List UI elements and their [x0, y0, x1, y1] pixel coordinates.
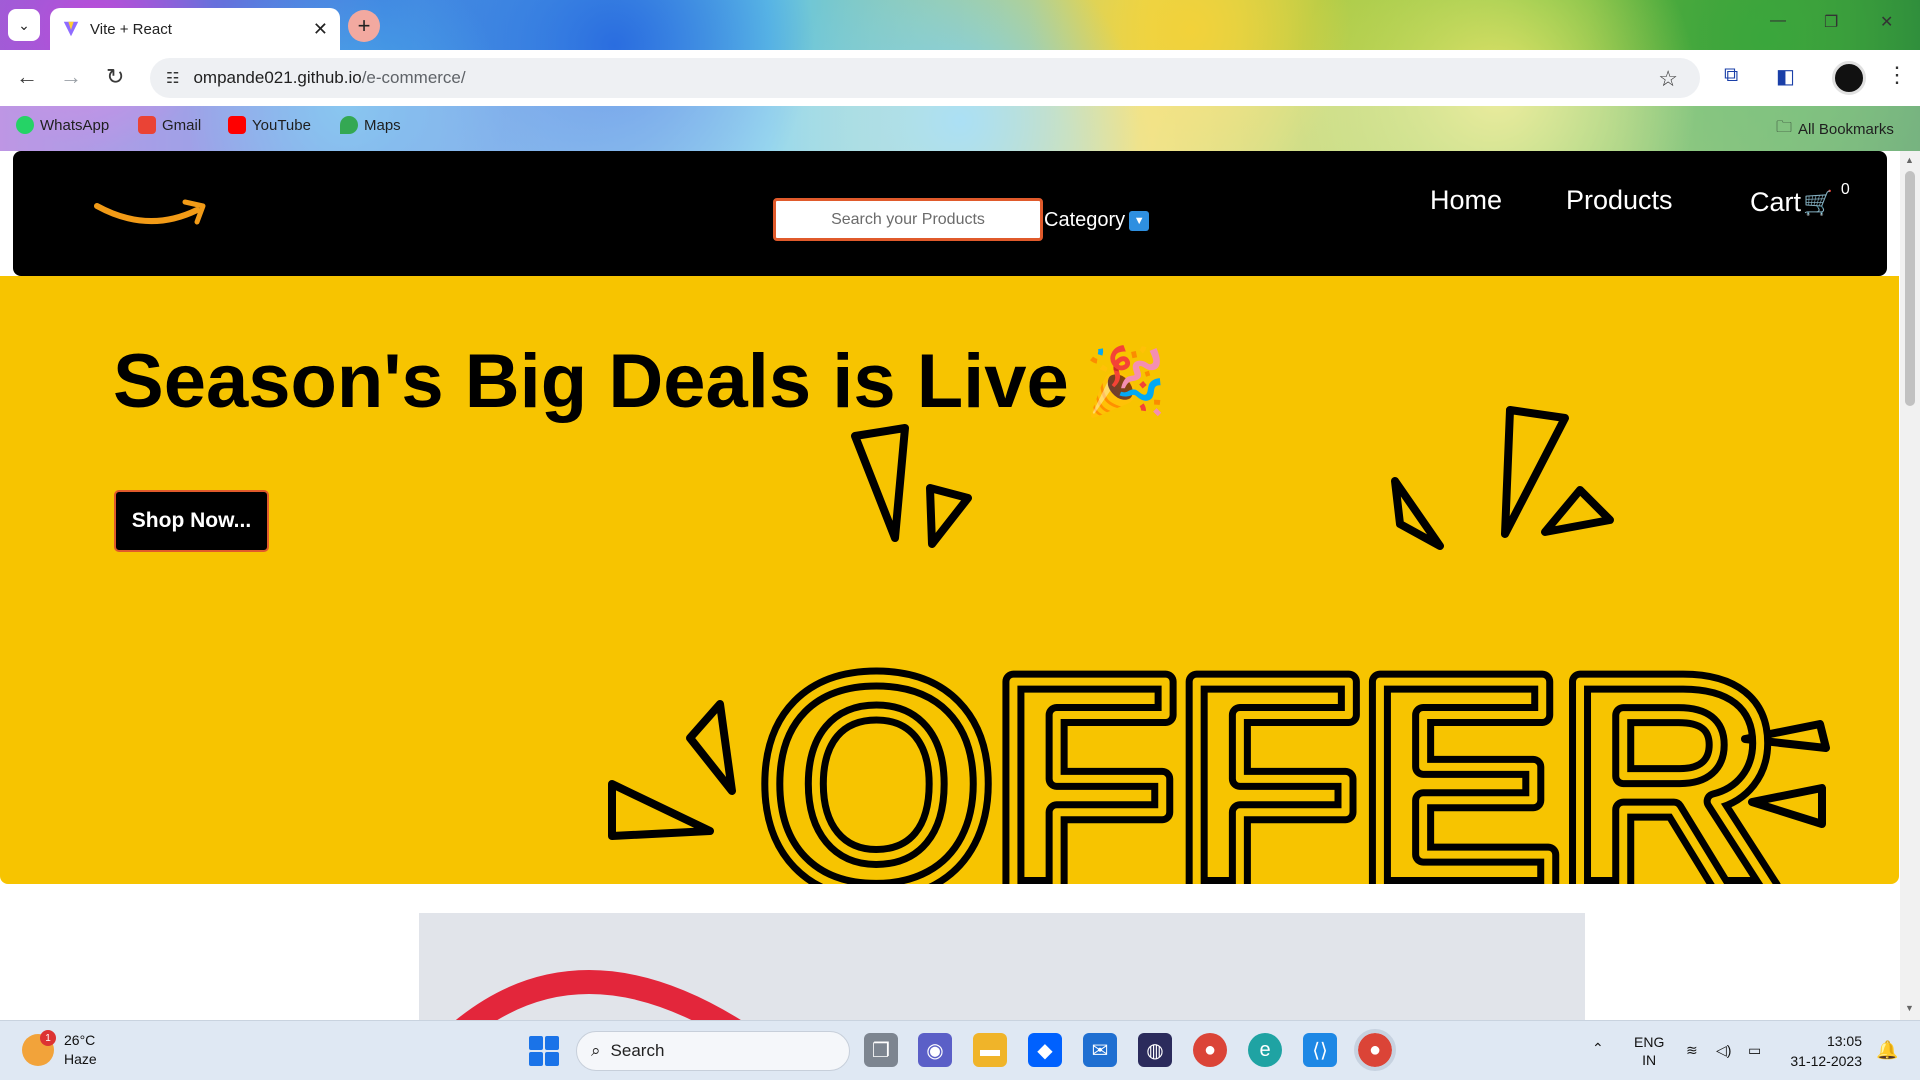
- tab-title: Vite + React: [90, 20, 172, 38]
- bookmark-maps[interactable]: Maps: [340, 116, 401, 134]
- weather-widget[interactable]: 1 26°C Haze: [22, 1030, 97, 1069]
- page-viewport: Category ▼ Home Products Cart 🛒 0: [0, 151, 1900, 1020]
- edge-icon[interactable]: e: [1248, 1033, 1282, 1067]
- scrollbar-thumb[interactable]: [1905, 171, 1915, 406]
- chrome-icon[interactable]: ●: [1193, 1033, 1227, 1067]
- address-bar[interactable]: ☷ ompande021.github.io/e-commerce/ ☆: [150, 58, 1700, 98]
- volume-icon[interactable]: ◁): [1716, 1041, 1731, 1059]
- system-clock[interactable]: 13:05 31-12-2023: [1780, 1031, 1862, 1071]
- forward-arrow-icon[interactable]: →: [60, 64, 82, 90]
- scroll-up-icon[interactable]: ▲: [1905, 155, 1914, 165]
- bookmarks-bar: WhatsApp Gmail YouTube Maps 🗀 All Bookma…: [0, 106, 1920, 151]
- eclipse-icon[interactable]: ◍: [1138, 1033, 1172, 1067]
- bookmark-label: WhatsApp: [40, 116, 110, 134]
- whatsapp-icon: [16, 116, 34, 134]
- tab-close-icon[interactable]: ✕: [313, 19, 328, 40]
- language-indicator[interactable]: ENG IN: [1634, 1033, 1664, 1069]
- page-scrollbar[interactable]: ▲ ▼: [1900, 151, 1920, 1020]
- shop-now-button[interactable]: Shop Now...: [114, 490, 269, 552]
- scroll-down-icon[interactable]: ▼: [1905, 1003, 1914, 1013]
- dropbox-icon[interactable]: ◆: [1028, 1033, 1062, 1067]
- vite-favicon-icon: [63, 21, 79, 37]
- hero-title-text: Season's Big Deals is Live: [113, 339, 1069, 424]
- url-text: ompande021.github.io/e-commerce/: [193, 68, 466, 87]
- product-search-input[interactable]: [773, 198, 1043, 241]
- bookmark-gmail[interactable]: Gmail: [138, 116, 201, 134]
- taskbar-search-label: Search: [610, 1041, 665, 1060]
- restore-icon[interactable]: ❐: [1824, 12, 1838, 32]
- nav-products-link[interactable]: Products: [1566, 185, 1673, 216]
- taskbar-search[interactable]: ⌕ Search: [576, 1031, 850, 1071]
- tray-chevron-up-icon[interactable]: ⌃: [1592, 1039, 1604, 1057]
- side-panel-icon[interactable]: ◧: [1776, 64, 1795, 89]
- headphones-image: [456, 970, 741, 1020]
- profile-avatar[interactable]: [1832, 61, 1866, 95]
- lang-top: ENG: [1634, 1034, 1665, 1050]
- lang-bottom: IN: [1642, 1052, 1657, 1068]
- all-bookmarks[interactable]: 🗀 All Bookmarks: [1776, 116, 1894, 143]
- hero-title: Season's Big Deals is Live 🎉: [113, 338, 1167, 425]
- offer-art-text-inner: OFFER: [760, 616, 1777, 884]
- tab-strip: ⌄ Vite + React ✕ + — ❐ ✕: [0, 0, 1920, 50]
- mail-icon[interactable]: ✉: [1083, 1033, 1117, 1067]
- shopping-cart-icon: 🛒: [1803, 190, 1833, 217]
- site-info-icon[interactable]: ☷: [166, 69, 179, 87]
- browser-menu-icon[interactable]: ⋮: [1886, 62, 1908, 88]
- chrome-active-icon[interactable]: ●: [1354, 1029, 1396, 1071]
- gmail-icon: [138, 116, 156, 134]
- weather-icon: 1: [22, 1030, 56, 1066]
- minimize-icon[interactable]: —: [1770, 12, 1786, 30]
- battery-icon[interactable]: ▭: [1748, 1041, 1761, 1059]
- nav-cart-link[interactable]: Cart 🛒 0: [1750, 181, 1850, 218]
- close-window-icon[interactable]: ✕: [1880, 12, 1893, 32]
- tab-search-button[interactable]: ⌄: [8, 9, 40, 41]
- file-explorer-icon[interactable]: ▬: [973, 1033, 1007, 1067]
- back-arrow-icon[interactable]: ←: [16, 64, 38, 90]
- cart-label: Cart: [1750, 187, 1802, 217]
- party-popper-icon: 🎉: [1084, 343, 1168, 418]
- hero-banner: OFFER OFFER Season's Big Deals is Live 🎉…: [0, 276, 1899, 884]
- bookmark-label: YouTube: [252, 116, 311, 134]
- clock-time: 13:05: [1826, 1033, 1862, 1049]
- all-bookmarks-label: All Bookmarks: [1798, 121, 1894, 138]
- weather-temp: 26°C: [64, 1032, 96, 1048]
- maps-icon: [340, 116, 358, 134]
- notification-bell-icon[interactable]: 🔔: [1876, 1040, 1898, 1061]
- category-label: Category: [1044, 209, 1126, 231]
- bookmark-star-icon[interactable]: ☆: [1658, 66, 1678, 92]
- folder-icon: 🗀: [1776, 119, 1793, 136]
- youtube-icon: [228, 116, 246, 134]
- new-tab-button[interactable]: +: [348, 10, 380, 42]
- category-dropdown[interactable]: Category ▼: [1044, 209, 1150, 232]
- chevron-down-icon: ▼: [1129, 210, 1150, 231]
- extensions-icon[interactable]: ⧉: [1724, 64, 1738, 87]
- wifi-icon[interactable]: ≋: [1686, 1041, 1698, 1059]
- windows-taskbar: 1 26°C Haze ⌕ Search ❐ ◉ ▬ ◆ ✉ ◍ ● e ⟨⟩ …: [0, 1020, 1920, 1080]
- bookmark-whatsapp[interactable]: WhatsApp: [16, 116, 109, 134]
- browser-toolbar: ← → ↻ ☷ ompande021.github.io/e-commerce/…: [0, 50, 1920, 106]
- cart-count-badge: 0: [1840, 181, 1850, 198]
- task-view-icon[interactable]: ❐: [864, 1033, 898, 1067]
- clock-date: 31-12-2023: [1790, 1053, 1862, 1069]
- amazon-smile-logo-icon[interactable]: [93, 196, 211, 236]
- bookmark-youtube[interactable]: YouTube: [228, 116, 311, 134]
- teams-chat-icon[interactable]: ◉: [918, 1033, 952, 1067]
- bookmark-label: Maps: [364, 116, 401, 134]
- weather-badge: 1: [40, 1030, 56, 1046]
- weather-desc: Haze: [64, 1051, 97, 1067]
- windows-start-icon[interactable]: [529, 1036, 559, 1066]
- nav-home-link[interactable]: Home: [1430, 185, 1502, 216]
- site-navbar: Category ▼ Home Products Cart 🛒 0: [13, 151, 1887, 276]
- tab-active[interactable]: Vite + React ✕: [50, 8, 340, 50]
- reload-icon[interactable]: ↻: [106, 64, 124, 90]
- product-image-card[interactable]: [419, 913, 1585, 1020]
- vscode-icon[interactable]: ⟨⟩: [1303, 1033, 1337, 1067]
- search-icon: ⌕: [591, 1041, 601, 1060]
- bookmark-label: Gmail: [162, 116, 202, 134]
- weather-text: 26°C Haze: [64, 1031, 97, 1069]
